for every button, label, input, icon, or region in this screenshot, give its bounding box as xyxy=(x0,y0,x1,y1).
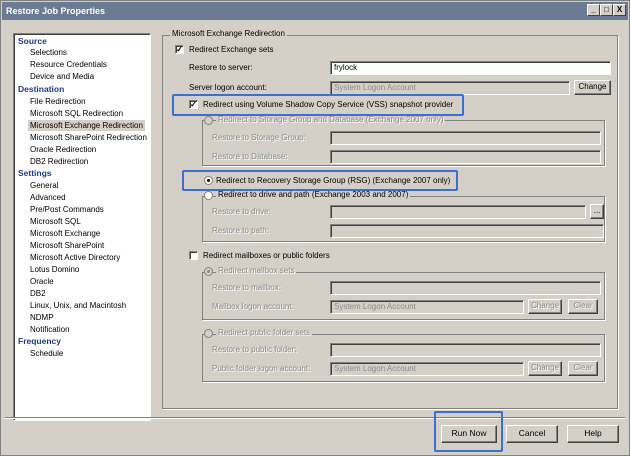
title-bar[interactable]: Restore Job Properties _ □ X xyxy=(2,2,628,20)
mailbox-change-button[interactable]: Change xyxy=(528,299,562,314)
tree-item-device-media[interactable]: Device and Media xyxy=(30,71,94,82)
mailbox-clear-button[interactable]: Clear xyxy=(568,299,598,314)
restore-path-input[interactable] xyxy=(330,224,604,238)
restore-db-input[interactable] xyxy=(330,150,601,164)
restore-job-window: Restore Job Properties _ □ X Source Sele… xyxy=(0,0,630,456)
tree-item-oracle[interactable]: Oracle xyxy=(30,276,54,287)
tree-item-linux-unix-mac[interactable]: Linux, Unix, and Macintosh xyxy=(30,300,126,311)
drive-path-radio[interactable] xyxy=(204,191,213,200)
redirect-exchange-sets-checkbox[interactable]: ✓ xyxy=(175,45,184,54)
mailbox-sets-radio[interactable] xyxy=(204,267,213,276)
restore-path-label: Restore to path: xyxy=(212,226,269,235)
public-folder-clear-button[interactable]: Clear xyxy=(568,361,598,376)
cancel-button[interactable]: Cancel xyxy=(506,425,558,443)
tree-item-resource-credentials[interactable]: Resource Credentials xyxy=(30,59,107,70)
redirect-mailboxes-checkbox[interactable] xyxy=(189,251,198,260)
restore-db-label: Restore to Database: xyxy=(212,152,288,161)
public-folder-sets-radio[interactable] xyxy=(204,329,213,338)
restore-sg-label: Restore to Storage Group: xyxy=(212,133,306,142)
close-button[interactable]: X xyxy=(613,4,626,16)
restore-to-server-label: Restore to server: xyxy=(189,63,253,72)
tree-item-schedule[interactable]: Schedule xyxy=(30,348,63,359)
tree-item-db2[interactable]: DB2 xyxy=(30,288,46,299)
restore-public-folder-label: Restore to public folder: xyxy=(212,345,297,354)
tree-item-microsoft-exchange[interactable]: Microsoft Exchange xyxy=(30,228,100,239)
drive-path-label: Redirect to drive and path (Exchange 200… xyxy=(216,190,411,199)
minimize-button[interactable]: _ xyxy=(587,4,600,16)
tree-item-sql-redirection[interactable]: Microsoft SQL Redirection xyxy=(30,108,123,119)
tree-item-oracle-redirection[interactable]: Oracle Redirection xyxy=(30,144,96,155)
tree-item-advanced[interactable]: Advanced xyxy=(30,192,66,203)
vss-checkbox[interactable]: ✓ xyxy=(189,100,198,109)
rsg-label: Redirect to Recovery Storage Group (RSG)… xyxy=(216,176,451,185)
tree-category-frequency[interactable]: Frequency xyxy=(18,336,61,347)
maximize-button[interactable]: □ xyxy=(600,4,613,16)
tree-item-selections[interactable]: Selections xyxy=(30,47,67,58)
help-button[interactable]: Help xyxy=(567,425,619,443)
tree-item-exchange-redirection[interactable]: Microsoft Exchange Redirection xyxy=(28,120,145,131)
exchange-redirection-panel: Microsoft Exchange Redirection ✓ Redirec… xyxy=(162,25,618,409)
tree-category-source[interactable]: Source xyxy=(18,36,47,47)
public-folder-logon-input[interactable]: System Logon Account xyxy=(330,362,524,376)
tree-category-destination[interactable]: Destination xyxy=(18,84,64,95)
group-title: Microsoft Exchange Redirection xyxy=(170,29,287,38)
tree-item-notification[interactable]: Notification xyxy=(30,324,70,335)
redirect-exchange-sets-label: Redirect Exchange sets xyxy=(189,45,274,54)
restore-mailbox-label: Restore to mailbox: xyxy=(212,283,281,292)
tree-category-settings[interactable]: Settings xyxy=(18,168,52,179)
tree-item-ndmp[interactable]: NDMP xyxy=(30,312,54,323)
storage-group-radio[interactable] xyxy=(204,116,213,125)
storage-group-label: Redirect to Storage Group and Database (… xyxy=(216,115,446,124)
restore-to-server-input[interactable]: frylock xyxy=(330,61,611,75)
public-folder-sets-label: Redirect public folder sets xyxy=(216,328,313,337)
tree-item-microsoft-sharepoint[interactable]: Microsoft SharePoint xyxy=(30,240,104,251)
tree-item-file-redirection[interactable]: File Redirection xyxy=(30,96,86,107)
properties-tree[interactable]: Source Selections Resource Credentials D… xyxy=(13,33,151,421)
restore-drive-input[interactable] xyxy=(330,205,586,219)
tree-item-microsoft-sql[interactable]: Microsoft SQL xyxy=(30,216,81,227)
rsg-radio[interactable] xyxy=(204,176,213,185)
mailbox-sets-label: Redirect mailbox sets xyxy=(216,266,297,275)
mailbox-logon-label: Mailbox logon account: xyxy=(212,302,294,311)
restore-mailbox-input[interactable] xyxy=(330,281,601,295)
server-logon-change-button[interactable]: Change xyxy=(574,80,611,95)
public-folder-change-button[interactable]: Change xyxy=(528,361,562,376)
tree-item-active-directory[interactable]: Microsoft Active Directory xyxy=(30,252,120,263)
restore-drive-label: Restore to drive: xyxy=(212,207,271,216)
tree-item-sharepoint-redirection[interactable]: Microsoft SharePoint Redirection xyxy=(30,132,147,143)
vss-label: Redirect using Volume Shadow Copy Servic… xyxy=(203,100,454,109)
run-now-button[interactable]: Run Now xyxy=(441,425,497,443)
window-title: Restore Job Properties xyxy=(6,6,106,16)
public-folder-logon-label: Public folder logon account: xyxy=(212,364,311,373)
tree-item-general[interactable]: General xyxy=(30,180,58,191)
restore-sg-input[interactable] xyxy=(330,131,601,145)
server-logon-label: Server logon account: xyxy=(189,83,267,92)
mailbox-logon-input[interactable]: System Logon Account xyxy=(330,300,524,314)
tree-item-lotus-domino[interactable]: Lotus Domino xyxy=(30,264,79,275)
restore-public-folder-input[interactable] xyxy=(330,343,601,357)
redirect-mailboxes-label: Redirect mailboxes or public folders xyxy=(203,251,330,260)
server-logon-input[interactable]: System Logon Account xyxy=(330,81,570,95)
tree-item-pre-post-commands[interactable]: Pre/Post Commands xyxy=(30,204,104,215)
tree-item-db2-redirection[interactable]: DB2 Redirection xyxy=(30,156,88,167)
footer-separator xyxy=(5,417,625,419)
browse-drive-button[interactable]: ... xyxy=(590,204,604,219)
